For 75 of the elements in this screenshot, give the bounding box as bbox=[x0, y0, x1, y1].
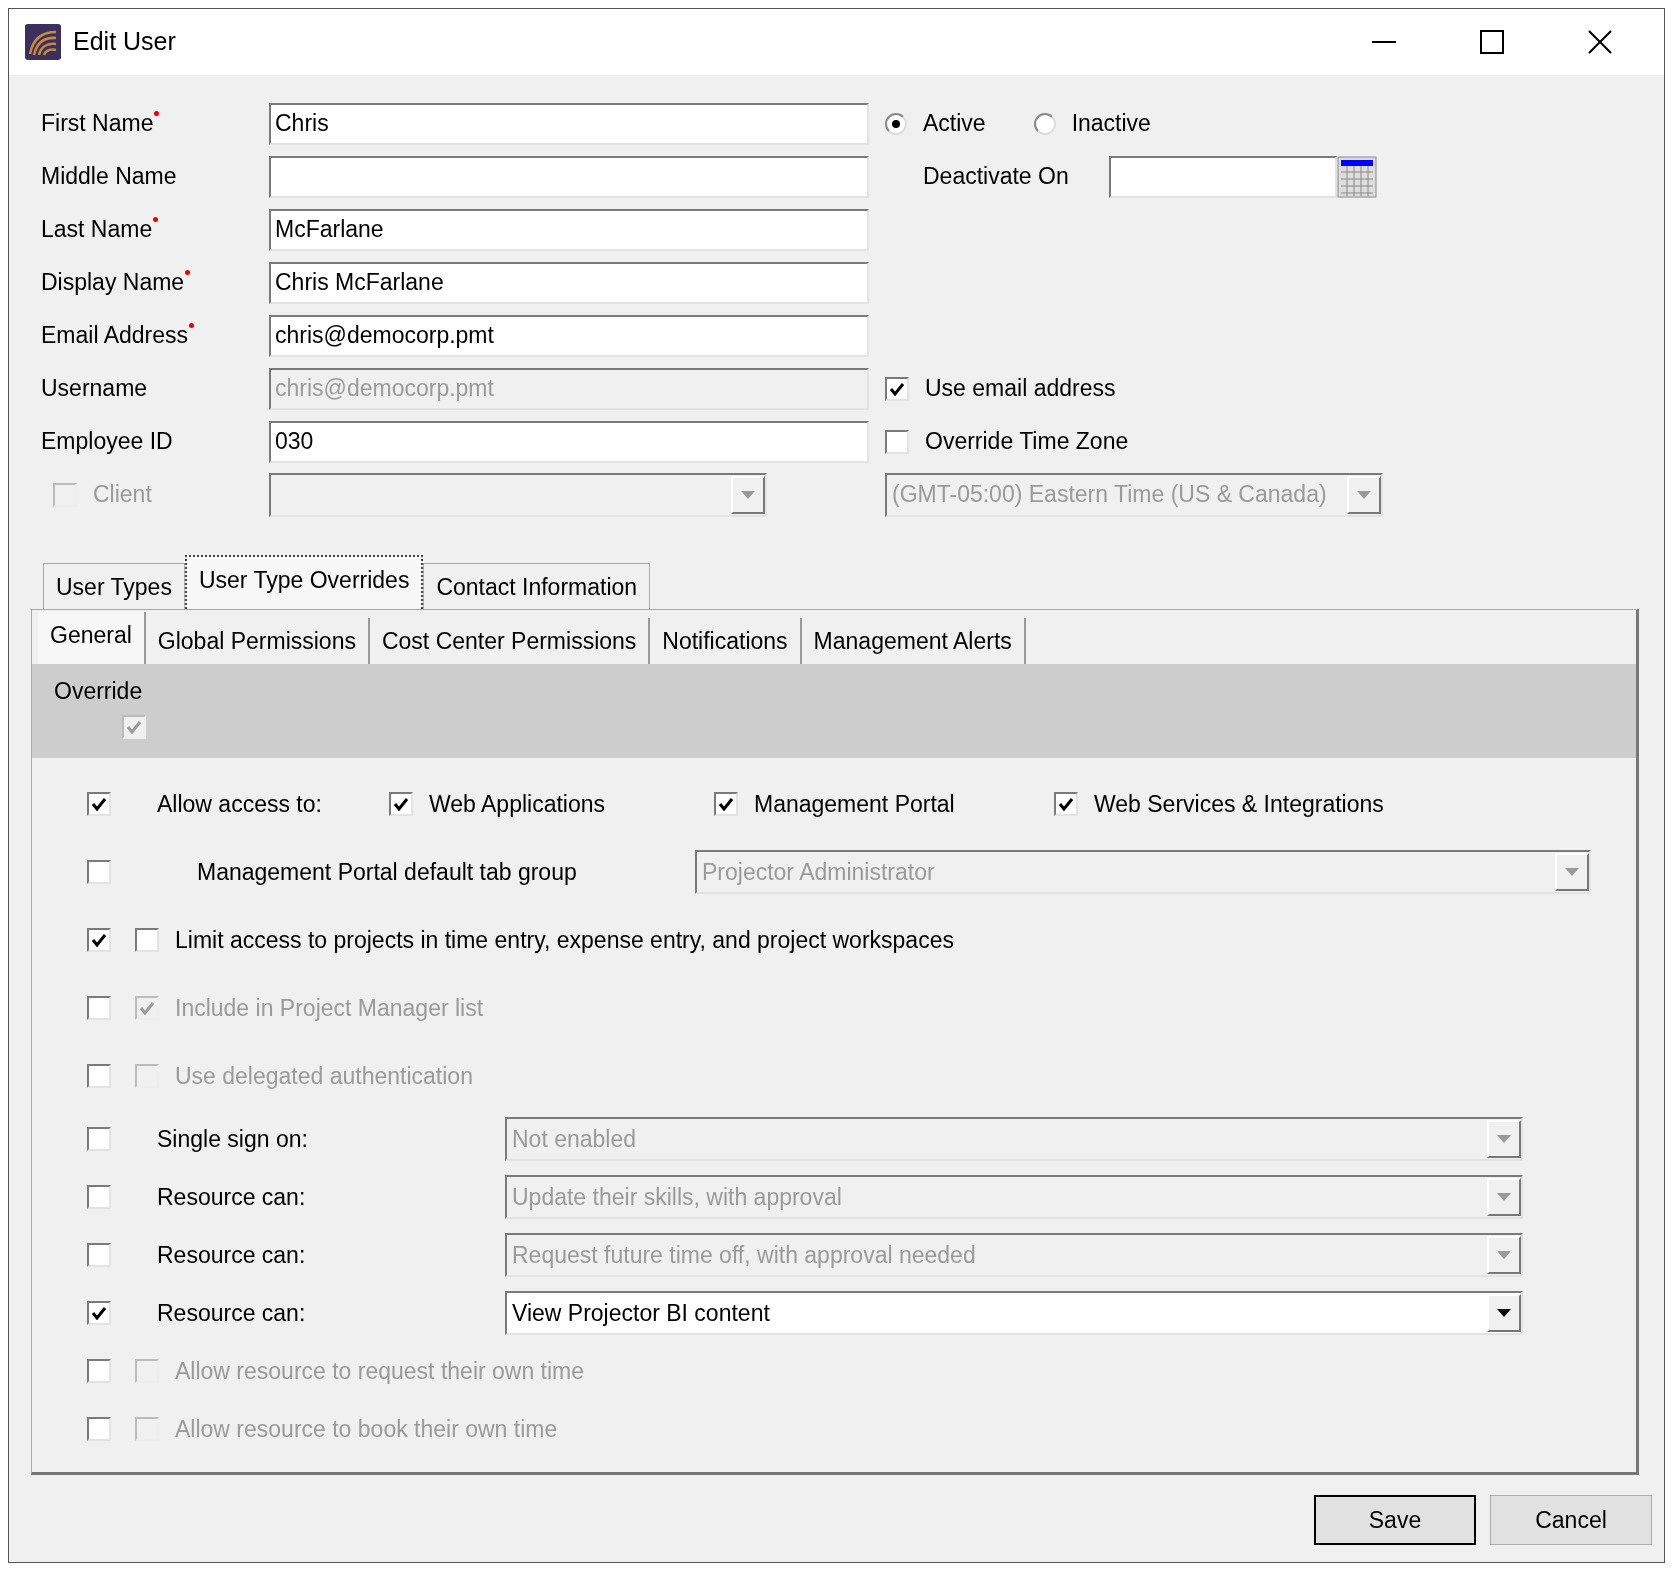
field-label: Email Address bbox=[41, 321, 188, 351]
checkmark-icon bbox=[139, 1001, 155, 1015]
checkbox-label: Override Time Zone bbox=[925, 427, 1129, 457]
field-label: Employee ID bbox=[41, 427, 173, 457]
checkbox-label: Include in Project Manager list bbox=[175, 993, 484, 1023]
checkmark-icon bbox=[889, 381, 905, 396]
row-label: Resource can: bbox=[157, 1298, 307, 1328]
dialog-button[interactable]: Cancel bbox=[1490, 1495, 1652, 1545]
checkbox-label: Client bbox=[93, 480, 152, 510]
checkbox[interactable] bbox=[87, 792, 111, 816]
checkmark-icon bbox=[393, 797, 409, 811]
tab[interactable]: Contact Information bbox=[423, 563, 651, 609]
radio-button[interactable] bbox=[1033, 112, 1056, 135]
field-label: Middle Name bbox=[41, 162, 177, 192]
checkbox[interactable] bbox=[87, 1301, 111, 1325]
field-label: Last Name bbox=[41, 215, 153, 245]
dropdown[interactable]: View Projector BI content bbox=[505, 1291, 1523, 1335]
checkbox-label: Web Services & Integrations bbox=[1094, 789, 1384, 819]
field-label: First Name bbox=[41, 109, 154, 139]
checkmark-icon bbox=[91, 797, 107, 811]
checkmark-icon bbox=[718, 797, 734, 811]
checkbox-label: Management Portal bbox=[754, 789, 955, 819]
checkbox-label: Use email address bbox=[925, 374, 1116, 404]
checkbox[interactable] bbox=[389, 792, 413, 816]
checkbox-label: Web Applications bbox=[429, 789, 605, 819]
tab[interactable]: User Type Overrides bbox=[184, 555, 424, 609]
checkbox-label: Allow resource to request their own time bbox=[175, 1356, 585, 1386]
maximize-icon bbox=[1480, 30, 1504, 54]
text-field[interactable]: chris@democorp.pmt bbox=[269, 314, 869, 357]
text-field[interactable]: Chris bbox=[269, 102, 869, 145]
window-title: Edit User bbox=[73, 26, 176, 58]
column-header: Override bbox=[54, 677, 144, 706]
dropdown-arrow-icon bbox=[1496, 1250, 1512, 1260]
row-label: Allow access to: bbox=[157, 789, 323, 819]
radio-label: Active bbox=[923, 109, 986, 139]
field-label: Deactivate On bbox=[923, 162, 1070, 192]
checkmark-icon bbox=[91, 933, 107, 947]
checkbox-label: Allow resource to book their own time bbox=[175, 1414, 558, 1444]
row-label: Management Portal default tab group bbox=[197, 857, 578, 887]
dropdown-arrow-icon bbox=[1496, 1192, 1512, 1202]
checkbox[interactable] bbox=[87, 928, 111, 952]
field-label: Display Name bbox=[41, 268, 185, 298]
checkmark-icon bbox=[91, 1306, 107, 1320]
minimize-icon bbox=[1372, 41, 1396, 43]
dialog-button[interactable]: Save bbox=[1314, 1495, 1476, 1545]
dropdown-arrow-icon bbox=[1564, 867, 1580, 877]
checkbox[interactable] bbox=[885, 376, 909, 401]
dropdown-arrow-icon bbox=[1496, 1308, 1512, 1318]
text-field[interactable] bbox=[269, 155, 869, 198]
radio-button[interactable] bbox=[885, 112, 907, 135]
checkmark-icon bbox=[1058, 797, 1074, 811]
dropdown-arrow-icon bbox=[740, 489, 756, 500]
tab[interactable]: General bbox=[38, 612, 146, 664]
text-field[interactable]: 030 bbox=[269, 420, 869, 463]
date-field[interactable] bbox=[1109, 155, 1337, 198]
checkbox-label: Use delegated authentication bbox=[175, 1061, 473, 1091]
tab[interactable]: User Types bbox=[43, 563, 185, 609]
dropdown-arrow-icon bbox=[1356, 489, 1372, 500]
checkbox[interactable] bbox=[135, 928, 159, 952]
close-icon bbox=[1588, 30, 1612, 54]
checkmark-icon bbox=[126, 719, 142, 734]
field-label: Username bbox=[41, 374, 148, 404]
dropdown-arrow-icon bbox=[1496, 1134, 1512, 1144]
app-logo-icon bbox=[25, 24, 61, 60]
checkbox[interactable] bbox=[1054, 792, 1078, 816]
checkbox[interactable] bbox=[714, 792, 738, 816]
row-label: Resource can: bbox=[157, 1182, 307, 1212]
text-field[interactable]: McFarlane bbox=[269, 208, 869, 251]
checkbox-label: Limit access to projects in time entry, expense entry, and project workspaces bbox=[175, 925, 954, 955]
text-field[interactable]: Chris McFarlane bbox=[269, 261, 869, 304]
radio-label: Inactive bbox=[1071, 109, 1151, 139]
checkbox[interactable] bbox=[885, 429, 909, 454]
row-label: Single sign on: bbox=[157, 1124, 309, 1154]
row-label: Resource can: bbox=[157, 1240, 307, 1270]
calendar-icon bbox=[1337, 155, 1377, 198]
